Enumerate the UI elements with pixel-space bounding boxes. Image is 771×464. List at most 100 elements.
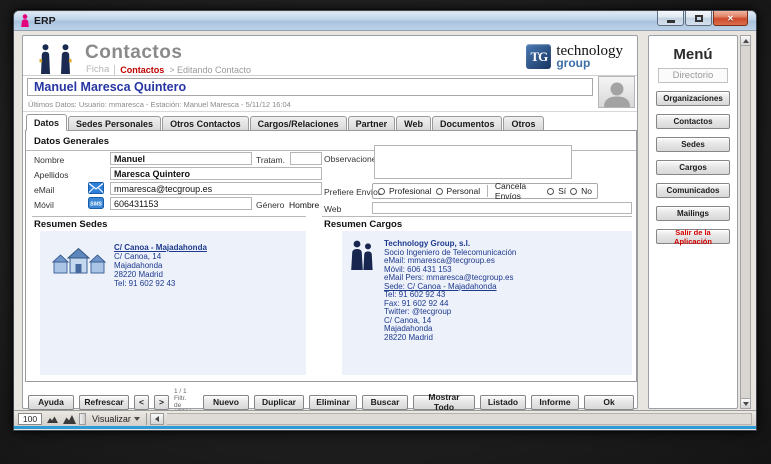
tab-web[interactable]: Web (396, 116, 431, 131)
menu-sedes-button[interactable]: Sedes (656, 137, 730, 152)
tab-otros[interactable]: Otros (503, 116, 543, 131)
zoom-in-icon[interactable] (62, 413, 76, 425)
informe-button[interactable]: Informe (531, 395, 579, 410)
window-client-area: Contactos Ficha Contactos > Editando Con… (14, 31, 756, 429)
divider (23, 111, 637, 112)
cancela-envios-label: Cancela Envíos (495, 181, 543, 201)
web-input[interactable] (372, 202, 632, 214)
prev-record-button[interactable]: < (134, 395, 149, 410)
zoom-out-icon[interactable] (45, 413, 59, 425)
scroll-up-button[interactable] (741, 36, 750, 46)
radio-si-label: Sí (558, 186, 566, 196)
menu-contactos-button[interactable]: Contactos (656, 114, 730, 129)
radio-no-label: No (581, 186, 592, 196)
scroll-down-button[interactable] (741, 398, 750, 408)
ok-button[interactable]: Ok (584, 395, 634, 410)
mostrar-todo-button[interactable]: Mostrar Todo (413, 395, 475, 410)
menu-comunicados-button[interactable]: Comunicados (656, 183, 730, 198)
window-titlebar[interactable]: ERP ✕ (14, 11, 756, 31)
nombre-input[interactable] (110, 152, 252, 165)
sede-line: 28220 Madrid (114, 270, 207, 279)
page-title: Contactos (85, 42, 182, 64)
page-indicator: 1 / 1 (174, 388, 193, 395)
svg-text:SMS: SMS (90, 202, 102, 208)
tab-otros-contactos[interactable]: Otros Contactos (162, 116, 249, 131)
radio-personal[interactable] (436, 188, 443, 195)
desktop: { "window": { "title": "ERP", "controls"… (0, 0, 771, 464)
sede-line: Tel: 91 602 92 43 (114, 279, 207, 288)
resumen-cargos-panel: Technology Group, s.l. Socio Ingeniero d… (342, 231, 632, 375)
menu-title: Menú (649, 46, 737, 63)
sede-line: C/ Canoa, 14 (114, 252, 207, 261)
menu-cargos-button[interactable]: Cargos (656, 160, 730, 175)
radio-no[interactable] (570, 188, 577, 195)
sede-heading-link[interactable]: C/ Canoa - Majadahonda (114, 243, 207, 252)
eliminar-button[interactable]: Eliminar (309, 395, 357, 410)
menu-section-directorio: Directorio (658, 68, 728, 83)
nuevo-button[interactable]: Nuevo (203, 395, 249, 410)
buscar-button[interactable]: Buscar (362, 395, 408, 410)
person-icon (39, 44, 52, 74)
menu-mailings-button[interactable]: Mailings (656, 206, 730, 221)
cargo-summary: Technology Group, s.l. Socio Ingeniero d… (384, 240, 516, 342)
refrescar-button[interactable]: Refrescar (79, 395, 129, 410)
observaciones-textarea[interactable] (374, 145, 572, 179)
breadcrumb-state: > Editando Contacto (169, 65, 251, 75)
minimize-button[interactable] (657, 11, 684, 26)
splitter-handle-icon[interactable] (79, 413, 86, 425)
form-tabs: Datos Sedes Personales Otros Contactos C… (26, 114, 545, 131)
erp-app-icon (20, 14, 30, 27)
radio-profesional-label: Profesional (389, 186, 432, 196)
zoom-value-box[interactable]: 100 (18, 413, 42, 425)
apellidos-input[interactable] (110, 167, 322, 180)
tab-datos[interactable]: Datos (26, 114, 67, 131)
erp-window: ERP ✕ Contactos (13, 10, 757, 431)
tab-documentos[interactable]: Documentos (432, 116, 503, 131)
maximize-button[interactable] (685, 11, 712, 26)
contact-name-field[interactable]: Manuel Maresca Quintero (27, 78, 593, 96)
listado-button[interactable]: Listado (480, 395, 526, 410)
next-record-button[interactable]: > (154, 395, 169, 410)
radio-si[interactable] (547, 188, 554, 195)
contacts-module-icon (39, 44, 72, 74)
email-icon[interactable] (88, 182, 104, 194)
photo-placeholder-icon (602, 81, 632, 107)
tratam-input[interactable] (290, 152, 322, 165)
salir-aplicacion-button[interactable]: Salir de la Aplicación (656, 229, 730, 244)
minimize-icon (667, 20, 675, 23)
section-resumen-sedes: Resumen Sedes (34, 219, 107, 230)
divider (322, 216, 632, 217)
breadcrumb-module[interactable]: Contactos (120, 65, 164, 75)
movil-label: Móvil (34, 200, 54, 210)
section-resumen-cargos: Resumen Cargos (324, 219, 402, 230)
genero-value[interactable]: Hombre (289, 200, 319, 210)
tab-cargos-relaciones[interactable]: Cargos/Relaciones (250, 116, 347, 131)
email-label: eMail (34, 185, 54, 195)
hscroll-left-button[interactable] (150, 413, 164, 425)
email-input[interactable] (110, 182, 322, 195)
arrow-down-icon (743, 402, 749, 406)
close-button[interactable]: ✕ (713, 11, 748, 26)
statusbar-divider (146, 413, 147, 425)
duplicar-button[interactable]: Duplicar (254, 395, 304, 410)
movil-input[interactable] (110, 197, 252, 210)
view-mode-dropdown[interactable]: Visualizar (89, 414, 143, 424)
tab-sedes-personales[interactable]: Sedes Personales (68, 116, 161, 131)
sidebar-scrollbar[interactable] (740, 35, 751, 409)
tab-partner[interactable]: Partner (348, 116, 396, 131)
tab-content-datos: Datos Generales Nombre Tratam. Apellidos… (25, 130, 637, 382)
contact-photo[interactable] (598, 76, 635, 108)
window-bottom-accent (14, 426, 756, 429)
menu-sidebar: Menú Directorio Organizaciones Contactos… (648, 35, 738, 409)
radio-profesional[interactable] (378, 188, 385, 195)
apellidos-label: Apellidos (34, 170, 69, 180)
company-logo: TG technology group (526, 44, 623, 69)
sede-line: Majadahonda (114, 261, 207, 270)
header-divider (23, 75, 637, 76)
cargos-people-icon (349, 240, 375, 270)
ayuda-button[interactable]: Ayuda (28, 395, 74, 410)
sms-icon[interactable]: SMS (88, 197, 104, 209)
hscroll-track[interactable] (167, 413, 752, 425)
arrow-left-icon (155, 416, 159, 422)
menu-organizaciones-button[interactable]: Organizaciones (656, 91, 730, 106)
